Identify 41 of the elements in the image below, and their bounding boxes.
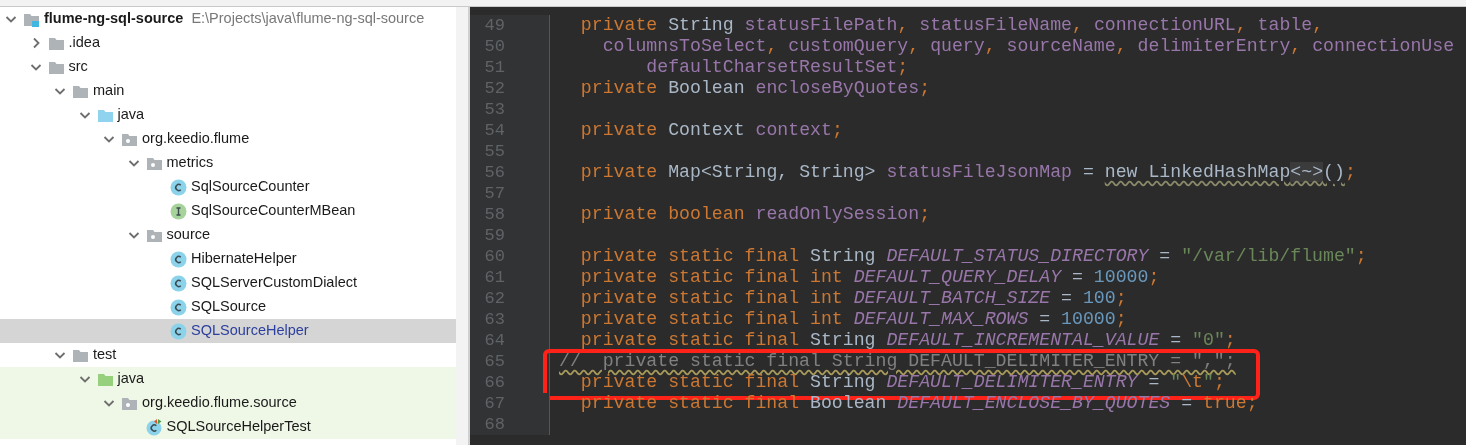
class-icon (170, 178, 187, 196)
code-line: defaultCharsetResultSet; (645, 57, 909, 78)
code-line: private static final int DEFAULT_BATCH_SIZE = 100; (579, 288, 1127, 309)
code-line: columnsToSelect, customQuery, query, sourceName, delimiterEntry, connectionUse (601, 36, 1455, 57)
class-icon (170, 274, 187, 292)
code-line: private Map<String, String> statusFileJsonMap = new LinkedHashMap<~>(); (579, 162, 1356, 183)
tree-item-label[interactable]: SqlSourceCounter (191, 176, 310, 198)
tree-item-label[interactable]: java (117, 104, 145, 126)
project-path: E:\Projects\java\flume-ng-sql-source (191, 9, 425, 29)
class-icon (170, 322, 187, 340)
tree-item-label[interactable]: SQLSource (191, 296, 266, 318)
test-class-icon (145, 418, 163, 436)
interface-icon (170, 202, 187, 220)
code-line: private static final String DEFAULT_STATUS_DIRECTORY = "/var/lib/flume"; (579, 246, 1367, 267)
tree-item-label[interactable]: SqlSourceCounterMBean (191, 200, 356, 222)
code-line: private boolean readOnlySession; (579, 204, 931, 225)
code-line: private static final String DEFAULT_DELIMITER_ENTRY = "\t"; (579, 372, 1225, 393)
code-line: private Context context; (579, 120, 843, 141)
class-icon (170, 250, 187, 268)
tree-item-label[interactable]: SQLServerCustomDialect (191, 272, 357, 294)
tree-item-label[interactable]: java (117, 368, 145, 390)
tree-item-label[interactable]: org.keedio.flume.source (142, 392, 297, 414)
tree-item-label[interactable]: main (93, 80, 125, 102)
code-line: private String statusFilePath, statusFileName, connectionURL, table, (579, 15, 1324, 36)
commented-code-line: // private static final String DEFAULT_DELIMITER_ENTRY = ","; (558, 351, 1236, 372)
code-line: private Boolean encloseByQuotes; (579, 78, 931, 99)
tree-item-label[interactable]: org.keedio.flume (142, 128, 250, 150)
tree-item-label[interactable]: flume-ng-sql-source (44, 8, 184, 30)
tree-item-label[interactable]: SQLSourceHelperTest (166, 416, 311, 438)
tree-item-label[interactable]: metrics (166, 152, 214, 174)
tree-item-label[interactable]: SQLSourceHelper (191, 320, 309, 342)
code-line: private static final int DEFAULT_QUERY_DELAY = 10000; (579, 267, 1160, 288)
class-icon (170, 298, 187, 316)
tree-item-label[interactable]: .idea (68, 32, 100, 54)
tree-item-label[interactable]: source (166, 224, 211, 246)
tree-item-label[interactable]: test (93, 344, 117, 366)
tree-item-label[interactable]: src (68, 56, 88, 78)
code-line: private static final int DEFAULT_MAX_ROWS = 10000; (579, 309, 1127, 330)
scrollbar[interactable] (456, 7, 468, 445)
code-line: private static final String DEFAULT_INCREMENTAL_VALUE = "0"; (579, 330, 1236, 351)
tree-item-label[interactable]: HibernateHelper (191, 248, 297, 270)
